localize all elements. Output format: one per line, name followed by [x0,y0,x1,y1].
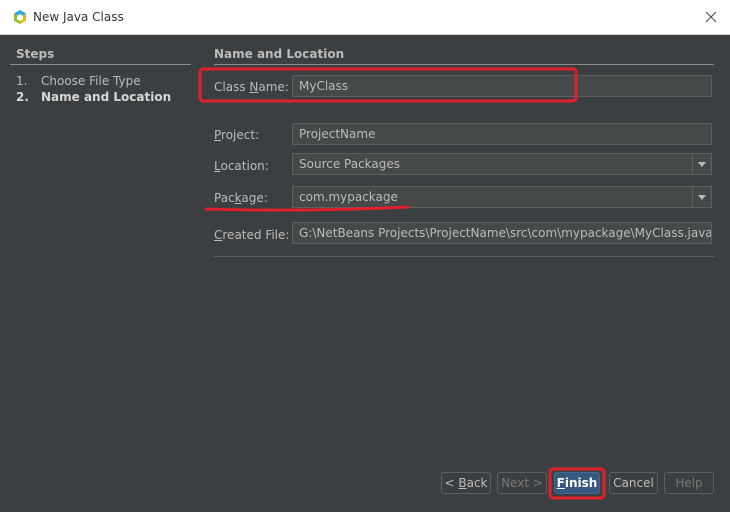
steps-header: Steps [10,44,191,65]
window-title: New Java Class [33,10,124,24]
project-field: ProjectName [292,123,712,145]
button-mnemonic: F [556,476,565,490]
label-mnemonic: P [214,128,222,142]
step-number: 2. [16,90,29,104]
button-text: inish [564,476,598,490]
package-combo[interactable]: com.mypackage [292,186,712,208]
next-button[interactable]: Next > [497,472,547,494]
label-text: ame: [258,80,289,94]
button-mnemonic: B [458,476,467,490]
project-label: Project: [214,128,259,142]
package-dropdown-button[interactable] [692,187,711,207]
netbeans-logo-icon [14,10,26,24]
package-value: com.mypackage [299,190,398,204]
created-file-field: G:\NetBeans Projects\ProjectName\src\com… [292,222,712,244]
label-text: reated File: [222,228,290,242]
step-label: Choose File Type [41,74,141,88]
button-text: < [444,476,459,490]
class-name-value: MyClass [299,79,349,93]
created-file-value: G:\NetBeans Projects\ProjectName\src\com… [299,226,712,240]
divider [214,256,714,257]
location-value: Source Packages [299,157,401,171]
label-text: ocation: [220,159,269,173]
class-name-input[interactable]: MyClass [292,75,712,97]
chevron-down-icon [698,194,706,200]
location-combo[interactable]: Source Packages [292,153,712,175]
cancel-button[interactable]: Cancel [609,472,658,494]
package-label: Package: [214,191,268,205]
label-text: age: [241,191,268,205]
class-name-label: Class Name: [214,80,289,94]
back-button[interactable]: < Back [441,472,491,494]
project-value: ProjectName [299,127,376,141]
step-label: Name and Location [41,90,172,104]
label-text: Pac [214,191,235,205]
close-button[interactable] [698,4,724,30]
created-file-label: Created File: [214,228,289,242]
finish-button[interactable]: Finish [554,472,600,494]
title-bar: New Java Class [0,0,730,35]
label-text: Class [214,80,250,94]
section-header: Name and Location [214,44,714,65]
help-button[interactable]: Help [664,472,714,494]
location-dropdown-button[interactable] [692,154,711,174]
button-text: ack [466,476,488,490]
location-label: Location: [214,159,269,173]
steps-panel: Steps [10,44,191,65]
step-number: 1. [16,74,28,88]
label-text: roject: [221,128,260,142]
close-icon [705,11,717,23]
chevron-down-icon [698,161,706,167]
